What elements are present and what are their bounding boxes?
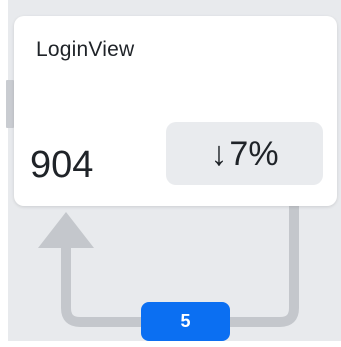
trend-badge: ↓ 7%	[166, 122, 323, 185]
trend-percent: 7%	[229, 134, 279, 173]
arrow-down-icon: ↓	[210, 134, 228, 173]
node-title: LoginView	[36, 38, 135, 61]
arrow-up-icon	[38, 212, 94, 248]
node-card-loginview[interactable]: LoginView 904 ↓ 7%	[14, 16, 337, 206]
canvas-bottom-edge	[0, 341, 341, 347]
connector-count-badge[interactable]: 5	[141, 302, 230, 341]
flow-canvas: LoginView 904 ↓ 7% 5	[0, 0, 341, 347]
node-count-value: 904	[30, 144, 94, 186]
